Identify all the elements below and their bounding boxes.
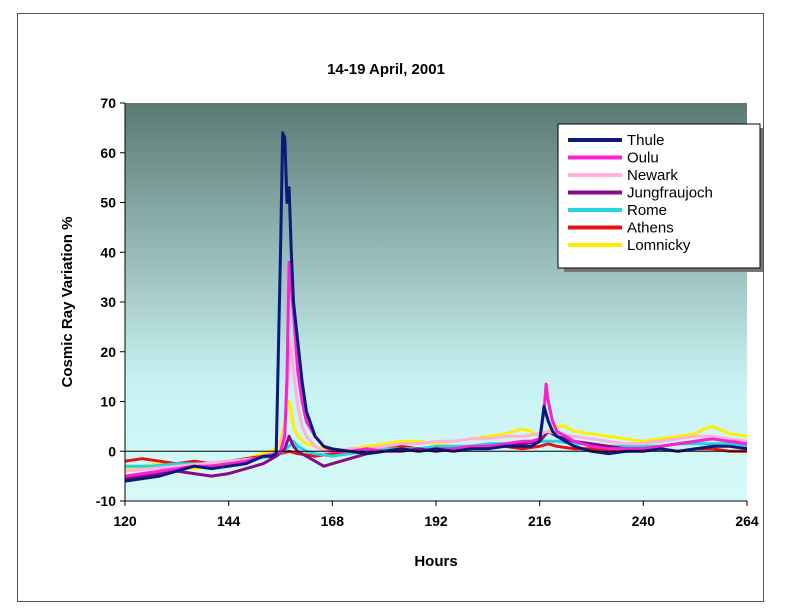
x-tick-label: 240 (632, 513, 656, 529)
y-tick-label: 60 (100, 145, 116, 161)
legend-label-jungfraujoch: Jungfraujoch (627, 185, 713, 202)
x-tick-label: 216 (528, 513, 552, 529)
legend-label-oulu: Oulu (627, 150, 659, 167)
chart-frame: 14-19 April, 2001 -10 0 10 20 30 40 50 60 70 120 1… (17, 13, 764, 602)
legend-label-thule: Thule (627, 132, 665, 149)
y-tick-label: 70 (100, 95, 116, 111)
legend-label-rome: Rome (627, 202, 667, 219)
x-axis-title: Hours (414, 553, 457, 570)
x-tick-label: 168 (321, 513, 345, 529)
chart-title: 14-19 April, 2001 (327, 61, 445, 78)
y-tick-label: -10 (96, 493, 116, 509)
y-tick-label: 0 (108, 443, 116, 459)
y-tick-label: 50 (100, 195, 116, 211)
x-tick-label: 120 (113, 513, 137, 529)
legend: ThuleOuluNewarkJungfraujochRomeAthensLom… (557, 123, 763, 272)
line-chart: 14-19 April, 2001 -10 0 10 20 30 40 50 60 70 120 1… (59, 61, 763, 570)
legend-label-newark: Newark (627, 167, 678, 184)
y-tick-label: 20 (100, 344, 116, 360)
legend-label-athens: Athens (627, 220, 674, 237)
y-axis-title: Cosmic Ray Variation % (59, 217, 76, 388)
y-tick-label: 40 (100, 244, 116, 260)
y-tick-label: 10 (100, 394, 116, 410)
y-tick-label: 30 (100, 294, 116, 310)
x-tick-label: 144 (217, 513, 241, 529)
x-tick-label: 192 (424, 513, 448, 529)
x-tick-label: 264 (735, 513, 759, 529)
legend-label-lomnicky: Lomnicky (627, 237, 691, 254)
